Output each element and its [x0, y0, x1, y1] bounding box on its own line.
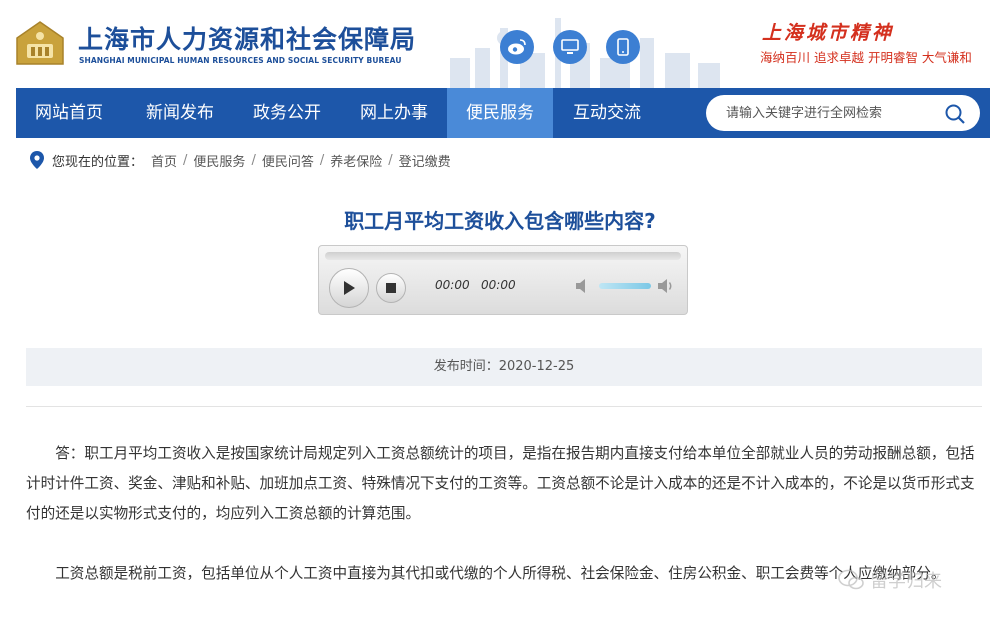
weibo-link[interactable]	[500, 30, 534, 64]
stop-button[interactable]	[376, 273, 406, 303]
search-icon[interactable]	[944, 103, 966, 125]
audio-current-time: 00:00	[435, 278, 470, 292]
nav-item-convenience-services[interactable]: 便民服务	[447, 88, 553, 138]
search-box	[706, 95, 980, 131]
nav-item-interaction[interactable]: 互动交流	[554, 88, 660, 138]
breadcrumb-separator: /	[251, 152, 256, 168]
breadcrumb-convenience-services[interactable]: 便民服务	[193, 151, 245, 170]
breadcrumb-separator: /	[319, 152, 325, 168]
breadcrumb-pension[interactable]: 养老保险	[330, 151, 382, 170]
site-title[interactable]: 上海市人力资源和社会保障局	[78, 20, 416, 56]
nav-item-public-affairs[interactable]: 政务公开	[234, 88, 340, 138]
divider	[26, 406, 982, 407]
weibo-icon	[508, 39, 526, 55]
pc-icon	[561, 39, 579, 54]
audio-progress-bar[interactable]	[325, 252, 681, 260]
volume-mute-icon[interactable]	[575, 278, 591, 294]
audio-player: 00:00 00:00	[318, 245, 688, 315]
breadcrumb: 您现在的位置： 首页 / 便民服务 / 便民问答 / 养老保险 / 登记缴费	[30, 150, 451, 170]
publish-date: 发布时间：2020-12-25	[26, 348, 982, 386]
wechat-icon	[838, 569, 864, 590]
mobile-site-link[interactable]	[606, 30, 640, 64]
breadcrumb-label: 您现在的位置：	[52, 154, 144, 170]
breadcrumb-qa[interactable]: 便民问答	[262, 151, 314, 170]
nav-item-news[interactable]: 新闻发布	[127, 88, 233, 138]
search-input[interactable]	[726, 95, 936, 131]
audio-total-time: 00:00	[481, 278, 516, 292]
watermark: 留学归来	[838, 567, 942, 593]
location-pin-icon	[30, 151, 44, 169]
nav-item-online-services[interactable]: 网上办事	[341, 88, 447, 138]
article-paragraph: 答：职工月平均工资收入是按国家统计局规定列入工资总额统计的项目，是指在报告期内直…	[26, 445, 975, 522]
site-header: 上海市人力资源和社会保障局 SHANGHAI MUNICIPAL HUMAN R…	[0, 0, 1000, 88]
breadcrumb-separator: /	[183, 152, 188, 168]
play-button[interactable]	[329, 268, 369, 308]
breadcrumb-registration[interactable]: 登记缴费	[399, 151, 451, 170]
breadcrumb-separator: /	[388, 152, 393, 168]
site-title-en: SHANGHAI MUNICIPAL HUMAN RESOURCES AND S…	[79, 56, 402, 65]
main-nav: 网站首页 新闻发布 政务公开 网上办事 便民服务 互动交流	[16, 88, 990, 138]
watermark-text: 留学归来	[870, 571, 942, 592]
bureau-emblem-icon[interactable]	[14, 20, 66, 68]
breadcrumb-home[interactable]: 首页	[151, 151, 177, 170]
city-spirit-title: 上海城市精神	[762, 22, 895, 44]
city-spirit-slogan: 海纳百川 追求卓越 开明睿智 大气谦和	[760, 50, 972, 65]
volume-max-icon[interactable]	[657, 277, 675, 295]
play-icon	[344, 281, 355, 295]
mobile-icon	[617, 38, 629, 56]
article-title: 职工月平均工资收入包含哪些内容?	[344, 209, 656, 233]
stop-icon	[386, 283, 396, 293]
pc-site-link[interactable]	[553, 30, 587, 64]
volume-slider[interactable]	[599, 283, 651, 289]
nav-item-home[interactable]: 网站首页	[16, 88, 122, 138]
